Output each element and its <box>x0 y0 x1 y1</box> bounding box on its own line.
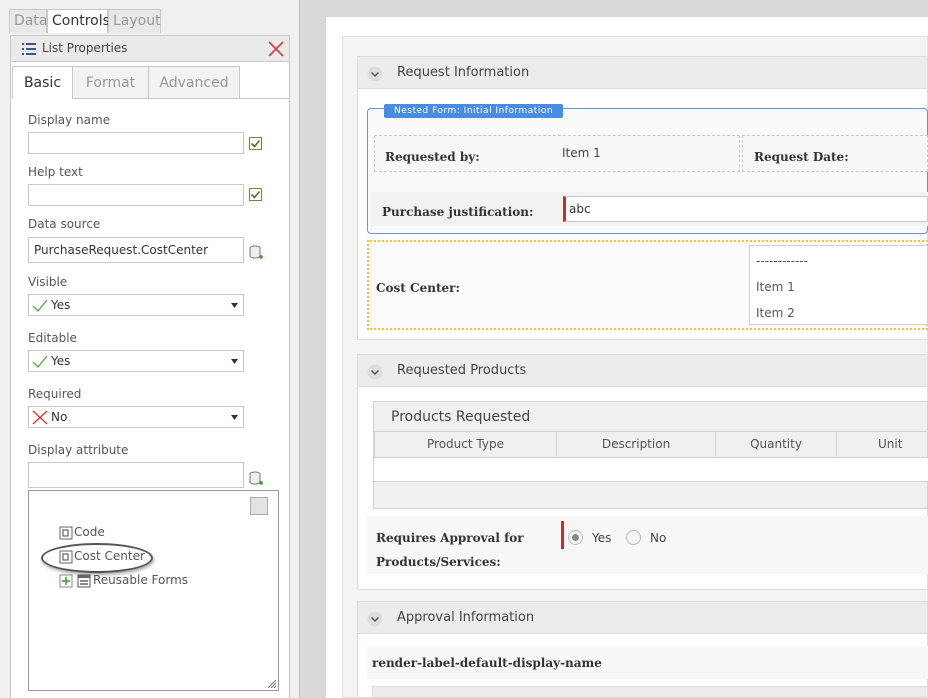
section-requested-products[interactable]: Requested Products <box>357 354 928 387</box>
section-request-information[interactable]: Request Information <box>357 56 928 89</box>
cost-center-label: Cost Center: <box>376 281 460 295</box>
tab-data[interactable]: Data <box>9 9 47 33</box>
approval-label: Requires Approval for <box>376 531 524 545</box>
radio-yes[interactable] <box>568 530 583 545</box>
expand-icon[interactable] <box>59 574 73 588</box>
subtab-divider <box>73 98 289 99</box>
dropdown-arrow-icon <box>231 359 238 364</box>
justification-label: Purchase justification: <box>382 205 534 219</box>
database-add-icon[interactable] <box>249 471 263 487</box>
visible-select[interactable]: Yes <box>28 294 244 316</box>
list-option[interactable]: ------------ <box>756 254 808 268</box>
column-header-description[interactable]: Description <box>556 431 716 458</box>
dropdown-arrow-icon <box>231 303 238 308</box>
check-icon <box>32 299 48 313</box>
chevron-down-icon[interactable] <box>367 611 383 627</box>
subtab-advanced[interactable]: Advanced <box>148 66 240 99</box>
editable-value: Yes <box>51 354 71 368</box>
approval-subsection-header <box>372 686 928 698</box>
default-display-name-label: render-label-default-display-name <box>372 656 602 670</box>
subtab-basic[interactable]: Basic <box>12 66 73 99</box>
column-header-quantity[interactable]: Quantity <box>715 431 837 458</box>
list-option[interactable]: Item 2 <box>756 306 795 320</box>
cost-center-listbox[interactable]: ------------ Item 1 Item 2 <box>749 245 928 325</box>
field-icon <box>59 526 73 540</box>
request-date-label: Request Date: <box>754 150 849 164</box>
chevron-down-icon[interactable] <box>367 364 383 380</box>
display-name-label: Display name <box>28 113 111 127</box>
panel-title: List Properties <box>42 41 128 55</box>
data-source-label: Data source <box>28 217 101 231</box>
visible-value: Yes <box>51 298 71 312</box>
checkbox-checked-icon[interactable] <box>249 137 262 150</box>
section-title: Requested Products <box>397 363 527 378</box>
x-icon <box>32 410 48 425</box>
checkbox-checked-icon[interactable] <box>249 188 262 201</box>
radio-no-label[interactable]: No <box>650 531 666 545</box>
section-title: Request Information <box>397 65 530 80</box>
check-icon <box>32 355 48 369</box>
section-title: Approval Information <box>397 610 535 625</box>
database-add-icon[interactable] <box>249 245 263 261</box>
display-name-input[interactable] <box>28 132 244 154</box>
requested-by-value[interactable]: Item 1 <box>562 146 601 160</box>
data-source-input[interactable]: PurchaseRequest.CostCenter <box>28 237 244 263</box>
radio-no[interactable] <box>626 530 641 545</box>
help-text-input[interactable] <box>28 184 244 206</box>
editable-select[interactable]: Yes <box>28 350 244 372</box>
dropdown-arrow-icon <box>231 415 238 420</box>
list-option[interactable]: Item 1 <box>756 280 795 294</box>
required-value: No <box>51 410 68 424</box>
tab-controls[interactable]: Controls <box>47 9 110 33</box>
nested-form-tag: Nested Form: Initial Information <box>384 104 564 118</box>
approval-label-line2: Products/Services: <box>376 555 501 569</box>
requested-by-label: Requested by: <box>385 150 480 164</box>
list-icon <box>22 43 36 55</box>
column-header-unit-price[interactable]: Unit Price <box>836 431 928 476</box>
resize-handle-icon[interactable] <box>268 680 276 688</box>
tab-layout[interactable]: Layout <box>108 9 161 33</box>
required-label: Required <box>28 387 82 401</box>
radio-yes-label[interactable]: Yes <box>592 531 611 545</box>
form-icon <box>77 574 91 588</box>
required-select[interactable]: No <box>28 406 244 428</box>
section-approval-information[interactable]: Approval Information <box>357 601 928 634</box>
tree-item-label: Code <box>74 525 105 539</box>
required-indicator <box>561 521 564 549</box>
column-header-product-type[interactable]: Product Type <box>374 431 557 458</box>
selection-highlight-ring <box>41 543 153 573</box>
display-attribute-input[interactable] <box>28 462 244 488</box>
attribute-tree <box>28 490 279 691</box>
editable-label: Editable <box>28 331 77 345</box>
tree-item-label: Reusable Forms <box>93 573 189 587</box>
justification-input[interactable]: abc <box>563 196 928 222</box>
subtab-format[interactable]: Format <box>72 66 149 99</box>
list-properties-header: List Properties <box>10 35 290 62</box>
visible-label: Visible <box>28 275 68 289</box>
close-icon[interactable] <box>267 38 285 58</box>
display-attribute-label: Display attribute <box>28 443 129 457</box>
tree-toggle-button[interactable] <box>250 497 268 515</box>
help-text-label: Help text <box>28 165 83 179</box>
table-row[interactable] <box>374 458 928 482</box>
products-table-title: Products Requested <box>391 409 531 425</box>
chevron-down-icon[interactable] <box>367 66 383 82</box>
